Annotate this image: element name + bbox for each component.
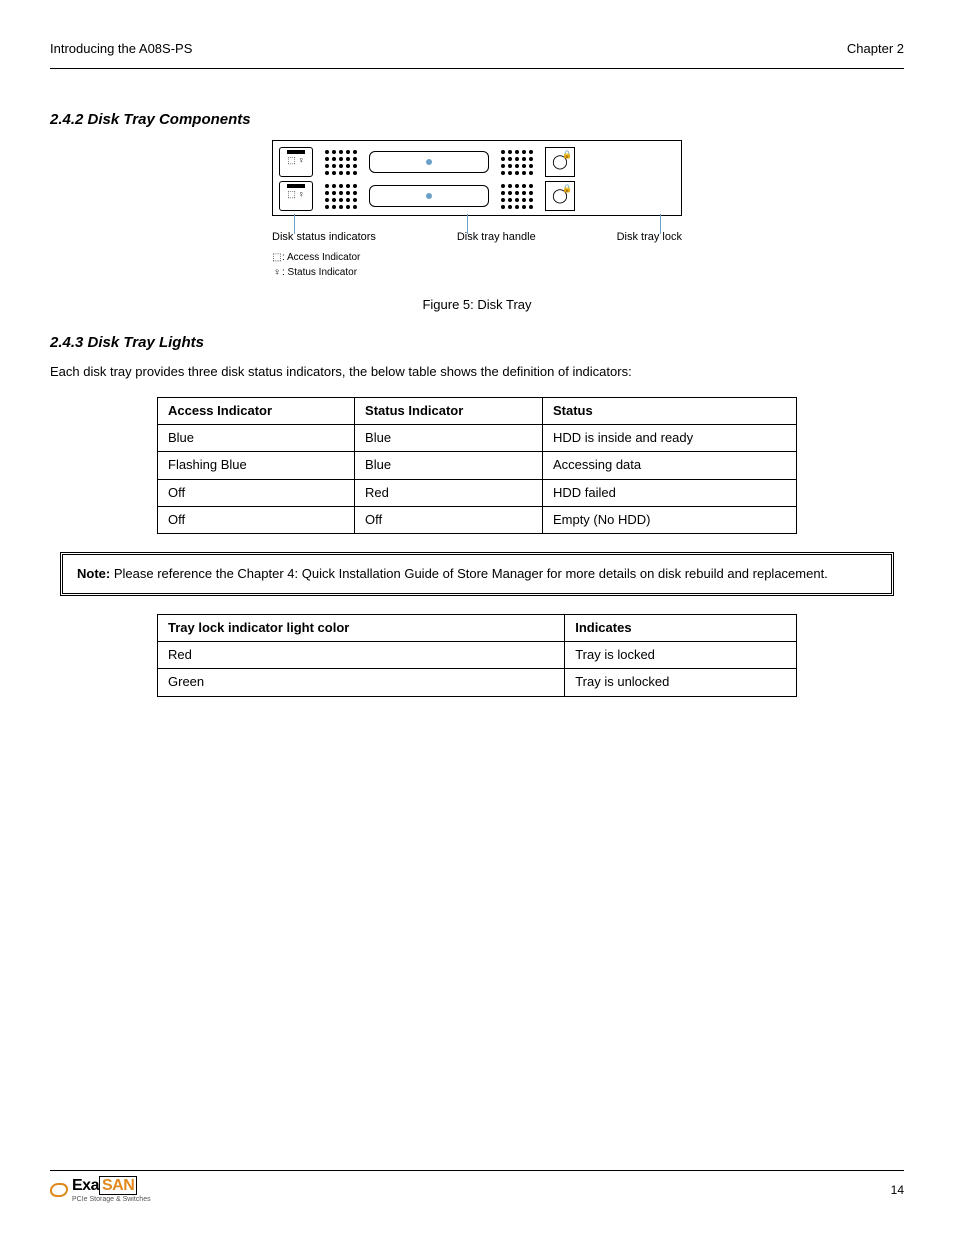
table-row: Green Tray is unlocked (158, 669, 797, 696)
page-number: 14 (891, 1182, 904, 1199)
table-row: Blue Blue HDD is inside and ready (158, 425, 797, 452)
col-status-indicator: Status Indicator (355, 397, 543, 424)
disk-tray-lock: ◯🔒 (545, 147, 575, 177)
vent-dots (501, 184, 533, 209)
exasan-logo: ExaSAN PCIe Storage & Switches (50, 1175, 151, 1205)
cell: Blue (158, 425, 355, 452)
cell: Green (158, 669, 565, 696)
status-indicator-icon: ♀ (298, 190, 305, 199)
table-header-row: Access Indicator Status Indicator Status (158, 397, 797, 424)
col-status: Status (542, 397, 796, 424)
vent-dots (501, 150, 533, 175)
status-indicator-icon: ♀ (298, 156, 305, 165)
logo-subtext: PCIe Storage & Switches (72, 1195, 151, 1205)
cell: HDD is inside and ready (542, 425, 796, 452)
tray-row: ⬚♀ ◯🔒 (279, 181, 675, 211)
cell: Red (355, 479, 543, 506)
logo-text-san: SAN (99, 1176, 137, 1195)
footer-rule (50, 1170, 904, 1171)
cell: Tray is locked (565, 642, 797, 669)
access-indicator-icon: ⬚ (287, 190, 296, 199)
disk-status-indicator-box: ⬚♀ (279, 147, 313, 177)
table-row: Flashing Blue Blue Accessing data (158, 452, 797, 479)
cell: Tray is unlocked (565, 669, 797, 696)
cell: Off (158, 506, 355, 533)
cell: Blue (355, 425, 543, 452)
indicator-table: Access Indicator Status Indicator Status… (157, 397, 797, 534)
disk-tray-figure: ⬚♀ ◯🔒 (50, 140, 904, 314)
vent-dots (325, 150, 357, 175)
cell: Red (158, 642, 565, 669)
tray-diagram-outer: ⬚♀ ◯🔒 (272, 140, 682, 216)
note-text: Please reference the Chapter 4: Quick In… (114, 566, 828, 581)
note-box: Note: Please reference the Chapter 4: Qu… (60, 552, 894, 596)
subsection-components-heading: 2.4.2 Disk Tray Components (50, 109, 904, 130)
cell: Blue (355, 452, 543, 479)
vent-dots (325, 184, 357, 209)
disk-tray-lock: ◯🔒 (545, 181, 575, 211)
status-indicator-symbol: ♀ (272, 265, 282, 280)
logo-ring-icon (49, 1183, 68, 1197)
lights-intro-text: Each disk tray provides three disk statu… (50, 363, 904, 381)
header-rule (50, 68, 904, 69)
header-right: Chapter 2 (847, 40, 904, 58)
table-row: Red Tray is locked (158, 642, 797, 669)
page-header: Introducing the A08S-PS Chapter 2 (50, 40, 904, 58)
disk-tray-handle (369, 151, 489, 173)
table-row: Off Red HDD failed (158, 479, 797, 506)
page-footer: ExaSAN PCIe Storage & Switches 14 (50, 1170, 904, 1205)
lock-icon: 🔒 (562, 183, 572, 194)
access-indicator-symbol: ⬚ (272, 250, 282, 265)
col-access-indicator: Access Indicator (158, 397, 355, 424)
col-indicates: Indicates (565, 615, 797, 642)
table-row: Off Off Empty (No HDD) (158, 506, 797, 533)
cell: Off (158, 479, 355, 506)
header-left: Introducing the A08S-PS (50, 40, 192, 58)
lock-light-table: Tray lock indicator light color Indicate… (157, 614, 797, 697)
callout-tray-handle: Disk tray handle (457, 230, 536, 245)
callout-status-indicators: Disk status indicators (272, 230, 376, 245)
cell: Empty (No HDD) (542, 506, 796, 533)
diagram-legend: ⬚: Access Indicator ♀: Status Indicator (272, 250, 682, 280)
callout-tray-lock: Disk tray lock (617, 230, 682, 245)
legend-status-text: : Status Indicator (282, 267, 357, 278)
disk-status-indicator-box: ⬚♀ (279, 181, 313, 211)
diagram-callouts: Disk status indicators Disk tray handle … (272, 230, 682, 245)
table-header-row: Tray lock indicator light color Indicate… (158, 615, 797, 642)
disk-tray-handle (369, 185, 489, 207)
cell: Flashing Blue (158, 452, 355, 479)
subsection-lights-heading: 2.4.3 Disk Tray Lights (50, 332, 904, 353)
cell: Off (355, 506, 543, 533)
cell: HDD failed (542, 479, 796, 506)
lock-icon: 🔒 (562, 149, 572, 160)
figure-caption: Figure 5: Disk Tray (50, 296, 904, 314)
col-lock-color: Tray lock indicator light color (158, 615, 565, 642)
logo-text-exa: Exa (72, 1177, 99, 1194)
tray-row: ⬚♀ ◯🔒 (279, 147, 675, 177)
note-label: Note: (77, 566, 110, 581)
access-indicator-icon: ⬚ (287, 156, 296, 165)
legend-access-text: : Access Indicator (282, 252, 360, 263)
cell: Accessing data (542, 452, 796, 479)
